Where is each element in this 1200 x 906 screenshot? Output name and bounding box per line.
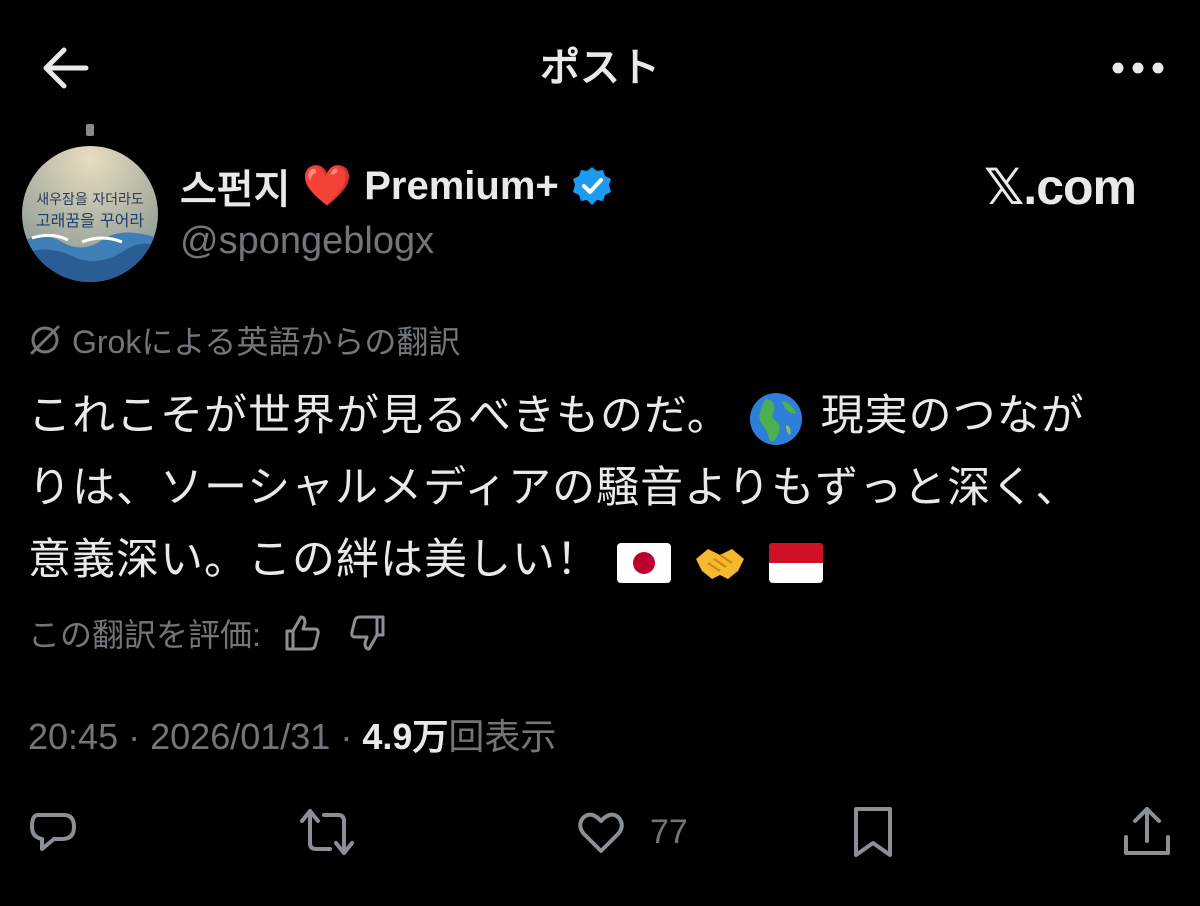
- meta-separator: ·: [340, 716, 353, 757]
- tweet-line-3-text: 意義深い。この絆は美しい！: [28, 536, 600, 584]
- thumbs-up-button[interactable]: [281, 611, 325, 655]
- tweet-line-1: これこそが世界が見るべきものだ。 現実のつなが: [28, 380, 1178, 452]
- tweet-line-2: りは、ソーシャルメディアの騒音よりもずっと深く、: [28, 464, 1080, 512]
- thumbs-up-icon: [285, 615, 320, 651]
- indonesia-flag-emoji: [768, 542, 823, 583]
- premium-badge-text: Premium+: [364, 163, 559, 208]
- bookmark-button[interactable]: [848, 800, 898, 864]
- tweet-time[interactable]: 20:45: [28, 716, 118, 757]
- rate-translation-label: この翻訳を評価:: [28, 617, 261, 653]
- tweet-text: これこそが世界が見るべきものだ。 現実のつなが りは、ソーシャルメディアの騒音よ…: [28, 380, 1178, 596]
- tweet-line-1b-text: 現実のつなが: [820, 392, 1085, 440]
- view-label: 回表示: [448, 716, 557, 757]
- avatar-line-1: 새우잠을 자더라도: [36, 192, 144, 208]
- translation-label-row: Grokによる英語からの翻訳: [28, 320, 460, 360]
- avatar-decoration: [86, 124, 94, 136]
- repost-icon: [300, 809, 354, 855]
- more-horizontal-icon: [1112, 62, 1164, 74]
- x-com-watermark: 𝕏.com: [984, 159, 1137, 215]
- grok-icon: [28, 323, 62, 357]
- globe-emoji: [748, 391, 804, 447]
- view-count: 4.9万: [362, 716, 449, 757]
- handshake-emoji: [692, 541, 748, 585]
- page-title: ポスト: [540, 46, 660, 90]
- heart-icon: [578, 812, 624, 853]
- reply-icon: [30, 813, 76, 851]
- rate-translation-row: この翻訳を評価:: [28, 608, 389, 658]
- avatar-line-2: 고래꿈을 꾸어라: [36, 211, 144, 230]
- reply-button[interactable]: [24, 800, 82, 864]
- verified-icon: [571, 165, 613, 207]
- thumbs-down-icon: [350, 615, 385, 651]
- avatar-image: 새우잠을 자더라도 고래꿈을 꾸어라: [22, 146, 158, 282]
- tweet-line-3: 意義深い。この絆は美しい！: [28, 524, 1178, 596]
- thumbs-down-button[interactable]: [345, 611, 389, 655]
- display-name[interactable]: 스펀지: [180, 157, 290, 215]
- more-options-button[interactable]: [1106, 40, 1170, 96]
- tweet-meta: 20:45 · 2026/01/31 · 4.9万回表示: [28, 712, 556, 762]
- tweet-line-1-text: これこそが世界が見るべきものだ。: [28, 392, 731, 440]
- author-name-row[interactable]: 스펀지 ❤️ Premium+: [180, 156, 613, 216]
- japan-flag-emoji: [616, 542, 671, 583]
- action-bar: 77: [0, 800, 1200, 864]
- heart-emoji: ❤️: [302, 164, 353, 208]
- meta-separator: ·: [128, 716, 141, 757]
- like-button[interactable]: 77: [574, 800, 688, 864]
- translation-label: Grokによる英語からの翻訳: [72, 324, 461, 360]
- share-icon: [1124, 807, 1170, 855]
- handle[interactable]: @spongeblogx: [180, 220, 434, 263]
- repost-button[interactable]: [296, 800, 358, 864]
- share-button[interactable]: [1118, 800, 1176, 864]
- bookmark-icon: [854, 807, 892, 857]
- avatar[interactable]: 새우잠을 자더라도 고래꿈을 꾸어라: [22, 146, 158, 282]
- tweet-date[interactable]: 2026/01/31: [150, 716, 330, 757]
- like-count: 77: [650, 812, 688, 851]
